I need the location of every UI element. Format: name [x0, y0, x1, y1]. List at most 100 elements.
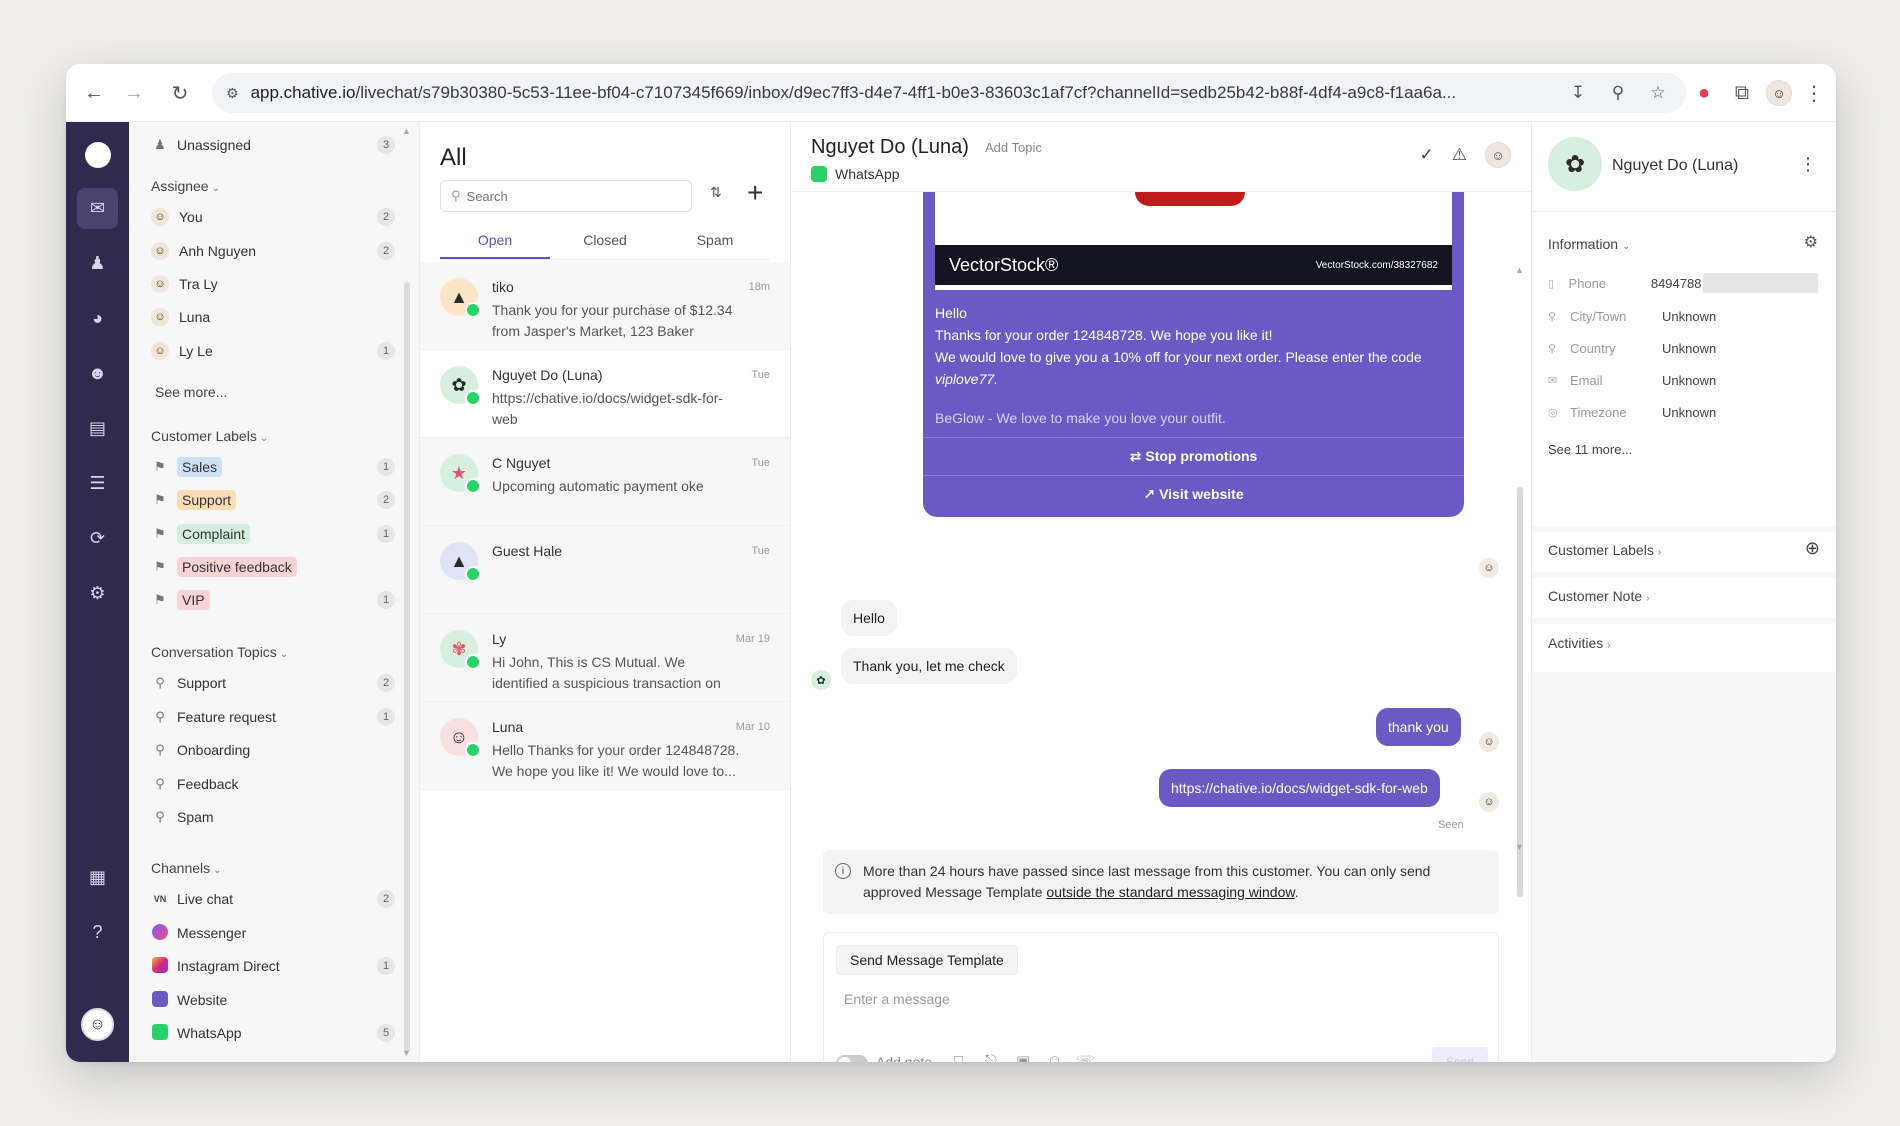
messaging-window-link[interactable]: outside the standard messaging window — [1046, 884, 1294, 900]
broadcast-icon[interactable]: ▤ — [77, 408, 118, 449]
scroll-down-icon[interactable]: ▼ — [1515, 842, 1524, 852]
resolve-check-icon[interactable]: ✓ — [1420, 145, 1434, 165]
reload-icon[interactable]: ↻ — [160, 73, 200, 113]
sidebar-topic-feature-request[interactable]: ⚲ Feature request 1 — [151, 702, 395, 732]
tab-closed[interactable]: Closed — [550, 224, 660, 259]
puzzle-extensions-icon[interactable]: ⧉ — [1728, 73, 1756, 113]
list-item[interactable]: ✿ Nguyet Do (Luna) Tue https://chative.i… — [420, 350, 790, 438]
profile-avatar[interactable]: ☺ — [1766, 80, 1792, 106]
whatsapp-icon — [151, 1023, 169, 1043]
browser-menu-icon[interactable]: ⋮ — [1802, 73, 1826, 113]
see-more-assignees-link[interactable]: See more... — [155, 384, 227, 400]
database-icon[interactable]: ☰ — [77, 463, 118, 504]
apps-grid-icon[interactable]: ▦ — [77, 857, 118, 898]
attachment-icon[interactable]: ⎋ — [985, 1052, 997, 1062]
assignee-heading[interactable]: Assignee ⌄ — [151, 178, 220, 194]
bookmark-star-icon[interactable]: ☆ — [1644, 79, 1672, 107]
warning-icon[interactable]: ⚠ — [1452, 145, 1467, 165]
sidebar-topic-spam[interactable]: ⚲ Spam — [151, 802, 395, 832]
search-input[interactable] — [466, 188, 667, 204]
sidebar-topic-feedback[interactable]: ⚲ Feedback — [151, 769, 395, 799]
sidebar-item-ly-le[interactable]: ☺ Ly Le 1 — [151, 336, 395, 366]
activities-section[interactable]: Activities › — [1548, 635, 1611, 651]
sidebar-label-vip[interactable]: ⚑ VIP 1 — [151, 585, 395, 615]
user-avatar[interactable]: ☺ — [81, 1008, 114, 1041]
list-item[interactable]: ✾ Ly Mar 19 Hi John, This is CS Mutual. … — [420, 614, 790, 702]
more-options-icon[interactable]: ⋮ — [1799, 154, 1817, 175]
inbox-icon[interactable]: ✉ — [77, 188, 118, 229]
sidebar-channel-whatsapp[interactable]: WhatsApp 5 — [151, 1018, 395, 1048]
sidebar-item-tra-ly[interactable]: ☺ Tra Ly — [151, 269, 395, 299]
scroll-down-icon[interactable]: ▼ — [402, 1048, 411, 1058]
automation-icon[interactable]: ⟳ — [77, 518, 118, 559]
stop-promotions-button[interactable]: ⇄ Stop promotions — [923, 437, 1464, 474]
contacts-icon[interactable]: ♟ — [77, 243, 118, 284]
sidebar-label-complaint[interactable]: ⚑ Complaint 1 — [151, 519, 395, 549]
information-heading[interactable]: Information ⌄ — [1548, 236, 1630, 252]
sidebar-item-anh-nguyen[interactable]: ☺ Anh Nguyen 2 — [151, 236, 395, 266]
scroll-up-icon[interactable]: ▲ — [1515, 265, 1524, 275]
settings-icon[interactable]: ⚙ — [77, 573, 118, 614]
forward-icon[interactable]: → — [114, 73, 154, 113]
sidebar-item-luna[interactable]: ☺ Luna — [151, 302, 395, 332]
conversation-topics-heading[interactable]: Conversation Topics ⌄ — [151, 644, 288, 660]
sidebar-channel-live-chat[interactable]: VN Live chat 2 — [151, 884, 395, 914]
customer-labels-section[interactable]: Customer Labels › — [1548, 542, 1661, 558]
sidebar-label-support[interactable]: ⚑ Support 2 — [151, 485, 395, 515]
help-icon[interactable]: ? — [77, 912, 118, 953]
sidebar-channel-website[interactable]: Website — [151, 985, 395, 1015]
assignee-avatar[interactable]: ☺ — [1485, 142, 1511, 168]
reports-icon[interactable]: ◕ — [77, 298, 118, 339]
search-box[interactable]: ⚲ — [440, 180, 692, 212]
info-country: ⚲ Country Unknown — [1548, 340, 1717, 356]
add-label-icon[interactable]: ⊕ — [1805, 538, 1820, 559]
site-settings-icon[interactable]: ⚙ — [226, 85, 239, 102]
inbox-sidebar: ♟ Unassigned 3 Assignee ⌄ ☺ You 2 ☺ Anh Nguy… — [129, 122, 419, 1062]
sidebar-topic-support[interactable]: ⚲ Support 2 — [151, 668, 395, 698]
gear-icon[interactable]: ⚙ — [1804, 232, 1818, 252]
new-conversation-button[interactable]: + — [747, 177, 763, 209]
list-item[interactable]: ☺ Luna Mar 10 Hello Thanks for your orde… — [420, 702, 790, 790]
tab-open[interactable]: Open — [440, 224, 550, 259]
sidebar-item-you[interactable]: ☺ You 2 — [151, 202, 395, 232]
channels-heading[interactable]: Channels ⌄ — [151, 860, 222, 876]
zoom-icon[interactable]: ⚲ — [1604, 79, 1632, 107]
list-item[interactable]: ▲ tiko 18m Thank you for your purchase o… — [420, 262, 790, 350]
image-icon[interactable]: ▣ — [1016, 1052, 1030, 1062]
sidebar-scrollbar[interactable] — [404, 282, 410, 1052]
sort-icon[interactable]: ⇅ — [710, 184, 722, 201]
tab-spam[interactable]: Spam — [660, 224, 770, 259]
list-item[interactable]: ▲ Guest Hale Tue — [420, 526, 790, 614]
add-topic-button[interactable]: Add Topic — [985, 140, 1042, 155]
team-icon[interactable]: ☻ — [77, 353, 118, 394]
contact-name: Nguyet Do (Luna) — [1612, 157, 1739, 174]
emoji-icon[interactable]: ☺ — [1047, 1052, 1062, 1062]
visit-website-button[interactable]: ↗ Visit website — [923, 475, 1464, 512]
send-message-template-button[interactable]: Send Message Template — [836, 945, 1018, 975]
sidebar-label-positive-feedback[interactable]: ⚑ Positive feedback — [151, 552, 395, 582]
install-app-icon[interactable]: ↧ — [1564, 79, 1592, 107]
whatsapp-template-icon[interactable]: ☏ — [1076, 1052, 1095, 1062]
back-icon[interactable]: ← — [74, 73, 114, 113]
list-item[interactable]: ★ C Nguyet Tue Upcoming automatic paymen… — [420, 438, 790, 526]
sidebar-channel-instagram[interactable]: Instagram Direct 1 — [151, 951, 395, 981]
customer-labels-heading[interactable]: Customer Labels ⌄ — [151, 428, 268, 444]
send-button[interactable]: Send — [1432, 1047, 1488, 1062]
url-text[interactable]: app.chative.io/livechat/s79b30380-5c53-1… — [251, 83, 1552, 103]
address-bar[interactable]: ⚙ app.chative.io/livechat/s79b30380-5c53… — [212, 73, 1686, 113]
extension-icon[interactable]: ● — [1690, 73, 1718, 113]
see-more-fields-link[interactable]: See 11 more... — [1548, 442, 1632, 457]
scroll-up-icon[interactable]: ▲ — [402, 126, 411, 136]
chative-logo-icon[interactable] — [77, 134, 118, 175]
chat-scrollbar[interactable] — [1517, 487, 1523, 897]
whatsapp-badge-icon — [465, 302, 481, 318]
message-link[interactable]: https://chative.io/docs/widget-sdk-for-w… — [1171, 780, 1428, 796]
bookmark-icon[interactable]: □ — [954, 1052, 963, 1062]
add-note-toggle[interactable] — [836, 1055, 868, 1062]
customer-note-section[interactable]: Customer Note › — [1548, 588, 1650, 604]
sidebar-channel-messenger[interactable]: Messenger — [151, 918, 395, 948]
sidebar-topic-onboarding[interactable]: ⚲ Onboarding — [151, 735, 395, 765]
message-input[interactable] — [844, 991, 1444, 1007]
sidebar-label-sales[interactable]: ⚑ Sales 1 — [151, 452, 395, 482]
sidebar-item-unassigned[interactable]: ♟ Unassigned 3 — [151, 130, 395, 160]
